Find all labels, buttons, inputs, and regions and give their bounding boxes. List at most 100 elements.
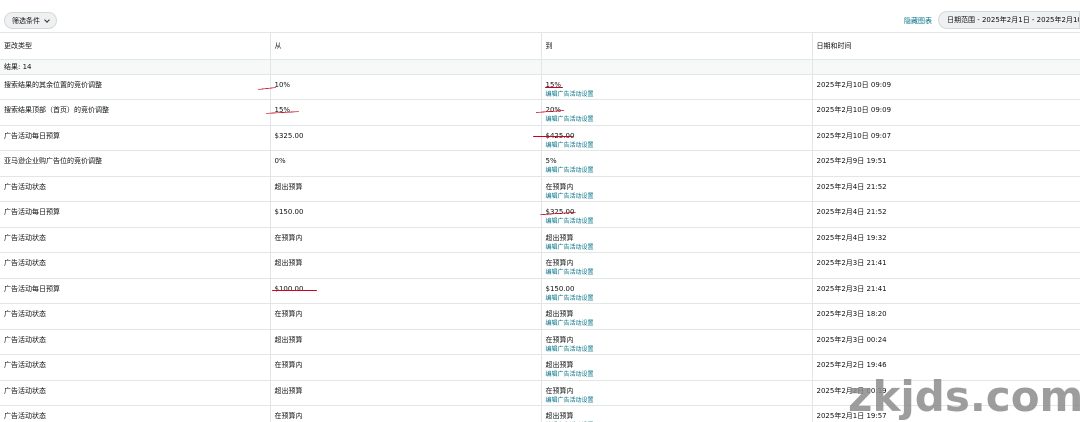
table-row: 搜索结果的其余位置的竞价调整 10% 15% 编辑广告活动设置 2025年2月10日 0… xyxy=(0,74,1080,100)
column-header-change-type[interactable]: 更改类型 xyxy=(0,33,271,60)
edit-campaign-settings-link[interactable]: 编辑广告活动设置 xyxy=(546,218,812,226)
from-value-cell: 在预算内 xyxy=(270,354,542,381)
change-type-cell-text: 广告活动状态 xyxy=(4,310,46,318)
column-header-to[interactable]: 到 xyxy=(541,33,813,60)
to-value-cell: 超出预算编辑广告活动设置 xyxy=(541,227,813,253)
change-type-cell: 广告活动状态 xyxy=(0,354,271,381)
change-type-cell-text: 搜索结果顶部（首页）的竞价调整 xyxy=(4,106,109,114)
edit-campaign-settings-link[interactable]: 编辑广告活动设置 xyxy=(546,142,812,150)
table-row: 广告活动每日预算 $325.00 $425.00 编辑广告活动设置 2025年2月10日… xyxy=(0,125,1080,151)
watermark: zkjds.com xyxy=(848,372,1080,421)
column-header-datetime[interactable]: 日期和时间 xyxy=(812,33,1080,60)
datetime-cell-text: 2025年2月3日 21:41 xyxy=(816,284,887,293)
change-type-cell: 亚马逊企业购广告位的竞价调整 xyxy=(0,150,271,177)
change-type-cell: 广告活动状态 xyxy=(0,227,271,253)
datetime-cell: 2025年2月9日 19:51 xyxy=(812,150,1080,177)
change-type-cell: 广告活动状态 xyxy=(0,252,271,279)
edit-campaign-settings-link[interactable]: 编辑广告活动设置 xyxy=(546,397,812,405)
datetime-cell: 2025年2月10日 09:09 xyxy=(812,74,1080,100)
from-value-cell: 超出预算 xyxy=(270,380,542,406)
datetime-cell: 2025年2月4日 21:52 xyxy=(812,176,1080,202)
table-row: 广告活动状态 超出预算 在预算内 编辑广告活动设置 2025年2月3日 00:24 xyxy=(0,329,1080,355)
datetime-cell-text: 2025年2月9日 19:51 xyxy=(816,157,887,165)
date-range-label: 日期范围 - 2025年2月1日 - 2025年2月10日 xyxy=(947,16,1080,24)
to-value-cell-text: 在预算内 xyxy=(545,386,574,395)
change-type-cell: 广告活动状态 xyxy=(0,176,271,202)
from-value-cell: 在预算内 xyxy=(270,405,542,422)
to-value-cell-text: 5% xyxy=(545,157,557,165)
from-value-cell-text: $325.00 xyxy=(274,131,304,140)
edit-campaign-settings-link[interactable]: 编辑广告活动设置 xyxy=(546,193,812,201)
change-type-cell-text: 搜索结果的其余位置的竞价调整 xyxy=(4,80,102,89)
date-range-button[interactable]: 日期范围 - 2025年2月1日 - 2025年2月10日 xyxy=(938,11,1080,29)
datetime-cell-text: 2025年2月10日 09:09 xyxy=(816,80,892,89)
results-summary-row: 结果: 14 xyxy=(0,59,1080,75)
column-header-from[interactable]: 从 xyxy=(270,33,542,60)
datetime-cell: 2025年2月10日 09:09 xyxy=(812,99,1080,126)
from-value-cell-text: 0% xyxy=(274,157,286,165)
from-value-cell: $325.00 xyxy=(270,125,542,151)
datetime-cell-text: 2025年2月4日 19:32 xyxy=(816,233,887,242)
from-value-cell-text: $100.00 xyxy=(274,284,304,293)
to-value-cell-text: 超出预算 xyxy=(545,310,574,318)
to-value-cell: 超出预算编辑广告活动设置 xyxy=(541,405,813,422)
edit-campaign-settings-link[interactable]: 编辑广告活动设置 xyxy=(546,295,812,303)
change-type-cell: 广告活动状态 xyxy=(0,303,271,330)
to-value-cell: 在预算内编辑广告活动设置 xyxy=(541,252,813,279)
change-type-cell: 广告活动状态 xyxy=(0,329,271,355)
edit-campaign-settings-link[interactable]: 编辑广告活动设置 xyxy=(546,244,812,252)
datetime-cell-text: 2025年2月3日 21:41 xyxy=(816,259,887,267)
from-value-cell-text: 在预算内 xyxy=(274,310,303,318)
change-type-cell-text: 广告活动状态 xyxy=(4,182,46,191)
from-value-cell-text: 超出预算 xyxy=(274,386,303,395)
from-value-cell-text: 超出预算 xyxy=(274,259,303,267)
to-value-cell: 在预算内 编辑广告活动设置 xyxy=(541,329,813,355)
to-value-cell-text: 在预算内 xyxy=(545,182,574,191)
change-type-cell-text: 亚马逊企业购广告位的竞价调整 xyxy=(4,157,102,165)
edit-campaign-settings-link[interactable]: 编辑广告活动设置 xyxy=(546,371,812,379)
from-value-cell-text: 10% xyxy=(274,80,291,89)
change-type-cell-text: 广告活动状态 xyxy=(4,233,46,242)
datetime-cell: 2025年2月3日 18:20 xyxy=(812,303,1080,330)
datetime-cell-text: 2025年2月2日 19:46 xyxy=(816,361,887,369)
edit-campaign-settings-link[interactable]: 编辑广告活动设置 xyxy=(546,91,812,99)
to-value-cell: 15% 编辑广告活动设置 xyxy=(541,74,813,100)
filter-button[interactable]: 筛选条件 xyxy=(4,12,57,29)
datetime-cell-text: 2025年2月3日 00:24 xyxy=(816,335,887,344)
toolbar: 筛选条件 隐藏图表 日期范围 - 2025年2月1日 - 2025年2月10日 xyxy=(0,0,1080,33)
to-value-cell: 5% 编辑广告活动设置 xyxy=(541,150,813,177)
to-value-cell-text: 在预算内 xyxy=(545,259,574,267)
to-value-cell-text: 超出预算 xyxy=(545,361,574,369)
from-value-cell: 在预算内 xyxy=(270,303,542,330)
edit-campaign-settings-link[interactable]: 编辑广告活动设置 xyxy=(546,116,812,124)
to-value-cell: 超出预算编辑广告活动设置 xyxy=(541,354,813,381)
results-count: 结果: 14 xyxy=(0,59,271,75)
from-value-cell-text: 超出预算 xyxy=(274,182,303,191)
edit-campaign-settings-link[interactable]: 编辑广告活动设置 xyxy=(546,269,812,277)
table-row: 广告活动状态 在预算内 超出预算 编辑广告活动设置 2025年2月4日 19:32 xyxy=(0,227,1080,253)
change-history-table: 更改类型 从 到 日期和时间 结果: 14 搜索结果的其余位置的竞价调整 10% 1… xyxy=(0,33,1080,422)
datetime-cell-text: 2025年2月3日 18:20 xyxy=(816,310,887,318)
change-type-cell-text: 广告活动状态 xyxy=(4,412,46,420)
table-row: 广告活动状态 超出预算 在预算内 编辑广告活动设置 2025年2月3日 21:41 xyxy=(0,252,1080,279)
from-value-cell: 10% xyxy=(270,74,542,100)
edit-campaign-settings-link[interactable]: 编辑广告活动设置 xyxy=(546,320,812,328)
from-value-cell: 超出预算 xyxy=(270,329,542,355)
edit-campaign-settings-link[interactable]: 编辑广告活动设置 xyxy=(546,167,812,175)
annotation-underline xyxy=(533,136,573,137)
to-value-cell: $325.00 编辑广告活动设置 xyxy=(541,201,813,228)
change-type-cell-text: 广告活动状态 xyxy=(4,259,46,267)
change-type-cell: 搜索结果顶部（首页）的竞价调整 xyxy=(0,99,271,126)
from-value-cell-text: $150.00 xyxy=(274,208,304,216)
from-value-cell: 超出预算 xyxy=(270,176,542,202)
change-type-cell: 广告活动每日预算 xyxy=(0,125,271,151)
table-row: 亚马逊企业购广告位的竞价调整 0% 5% 编辑广告活动设置 2025年2月9日 19:5… xyxy=(0,150,1080,177)
from-value-cell-text: 超出预算 xyxy=(274,335,303,344)
change-type-cell: 广告活动每日预算 xyxy=(0,278,271,304)
table-header-row: 更改类型 从 到 日期和时间 xyxy=(0,33,1080,60)
hide-chart-link[interactable]: 隐藏图表 xyxy=(904,16,932,26)
change-type-cell-text: 广告活动每日预算 xyxy=(4,284,60,293)
from-value-cell-text: 在预算内 xyxy=(274,233,303,242)
to-value-cell: $150.00 编辑广告活动设置 xyxy=(541,278,813,304)
edit-campaign-settings-link[interactable]: 编辑广告活动设置 xyxy=(546,346,812,354)
